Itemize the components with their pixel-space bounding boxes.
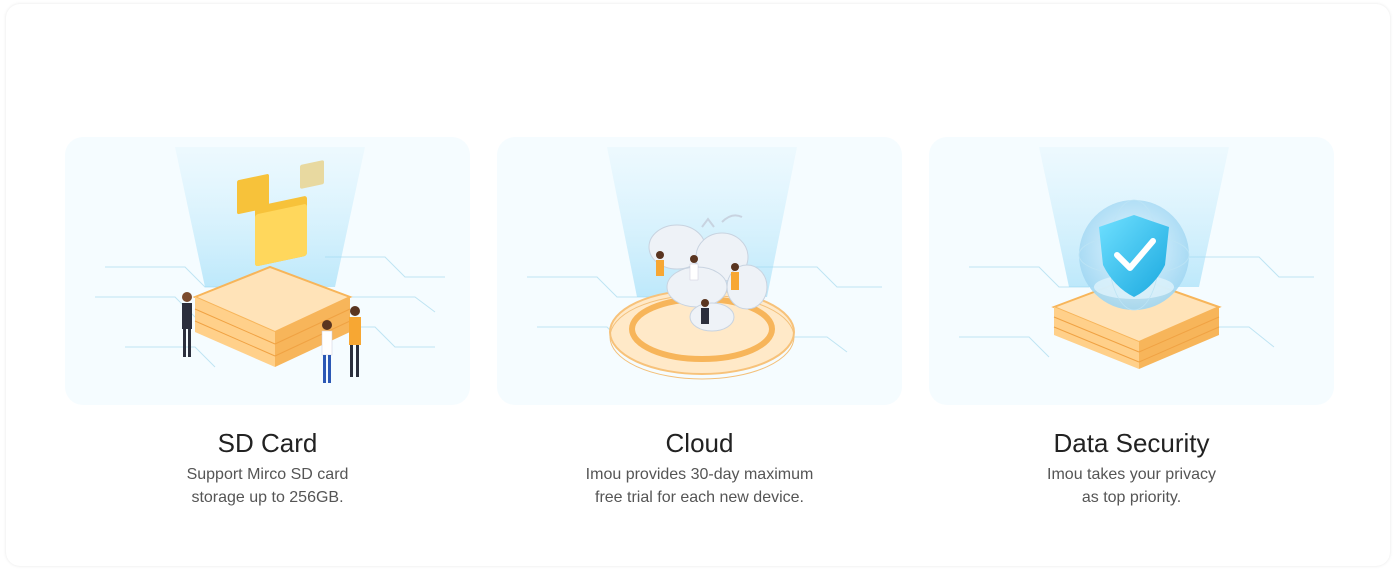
feature-sd-card: SD Card Support Mirco SD card storage up… bbox=[65, 137, 470, 509]
feature-data-security: Data Security Imou takes your privacy as… bbox=[929, 137, 1334, 509]
feature-description-line: Imou takes your privacy bbox=[1047, 466, 1216, 483]
cloud-storage-icon bbox=[527, 147, 882, 380]
shield-security-icon bbox=[959, 147, 1314, 369]
feature-description-line: Imou provides 30-day maximum bbox=[585, 466, 814, 483]
cloud-illustration bbox=[497, 137, 902, 405]
feature-description: Support Mirco SD card storage up to 256G… bbox=[65, 463, 470, 509]
feature-description-line: storage up to 256GB. bbox=[191, 489, 344, 506]
data-security-illustration bbox=[929, 137, 1334, 405]
features-panel: SD Card Support Mirco SD card storage up… bbox=[6, 4, 1390, 566]
feature-title: SD Card bbox=[217, 428, 318, 458]
sd-card-illustration bbox=[65, 137, 470, 405]
feature-description: Imou takes your privacy as top priority. bbox=[929, 463, 1334, 509]
feature-description-line: as top priority. bbox=[1081, 489, 1182, 506]
feature-title: Data Security bbox=[1053, 428, 1210, 458]
feature-description: Imou provides 30-day maximum free trial … bbox=[497, 463, 902, 509]
feature-title: Cloud bbox=[665, 428, 734, 458]
sd-card-folders-icon bbox=[95, 147, 445, 383]
feature-cloud: Cloud Imou provides 30-day maximum free … bbox=[497, 137, 902, 509]
feature-description-line: free trial for each new device. bbox=[595, 489, 804, 506]
feature-description-line: Support Mirco SD card bbox=[186, 466, 349, 483]
